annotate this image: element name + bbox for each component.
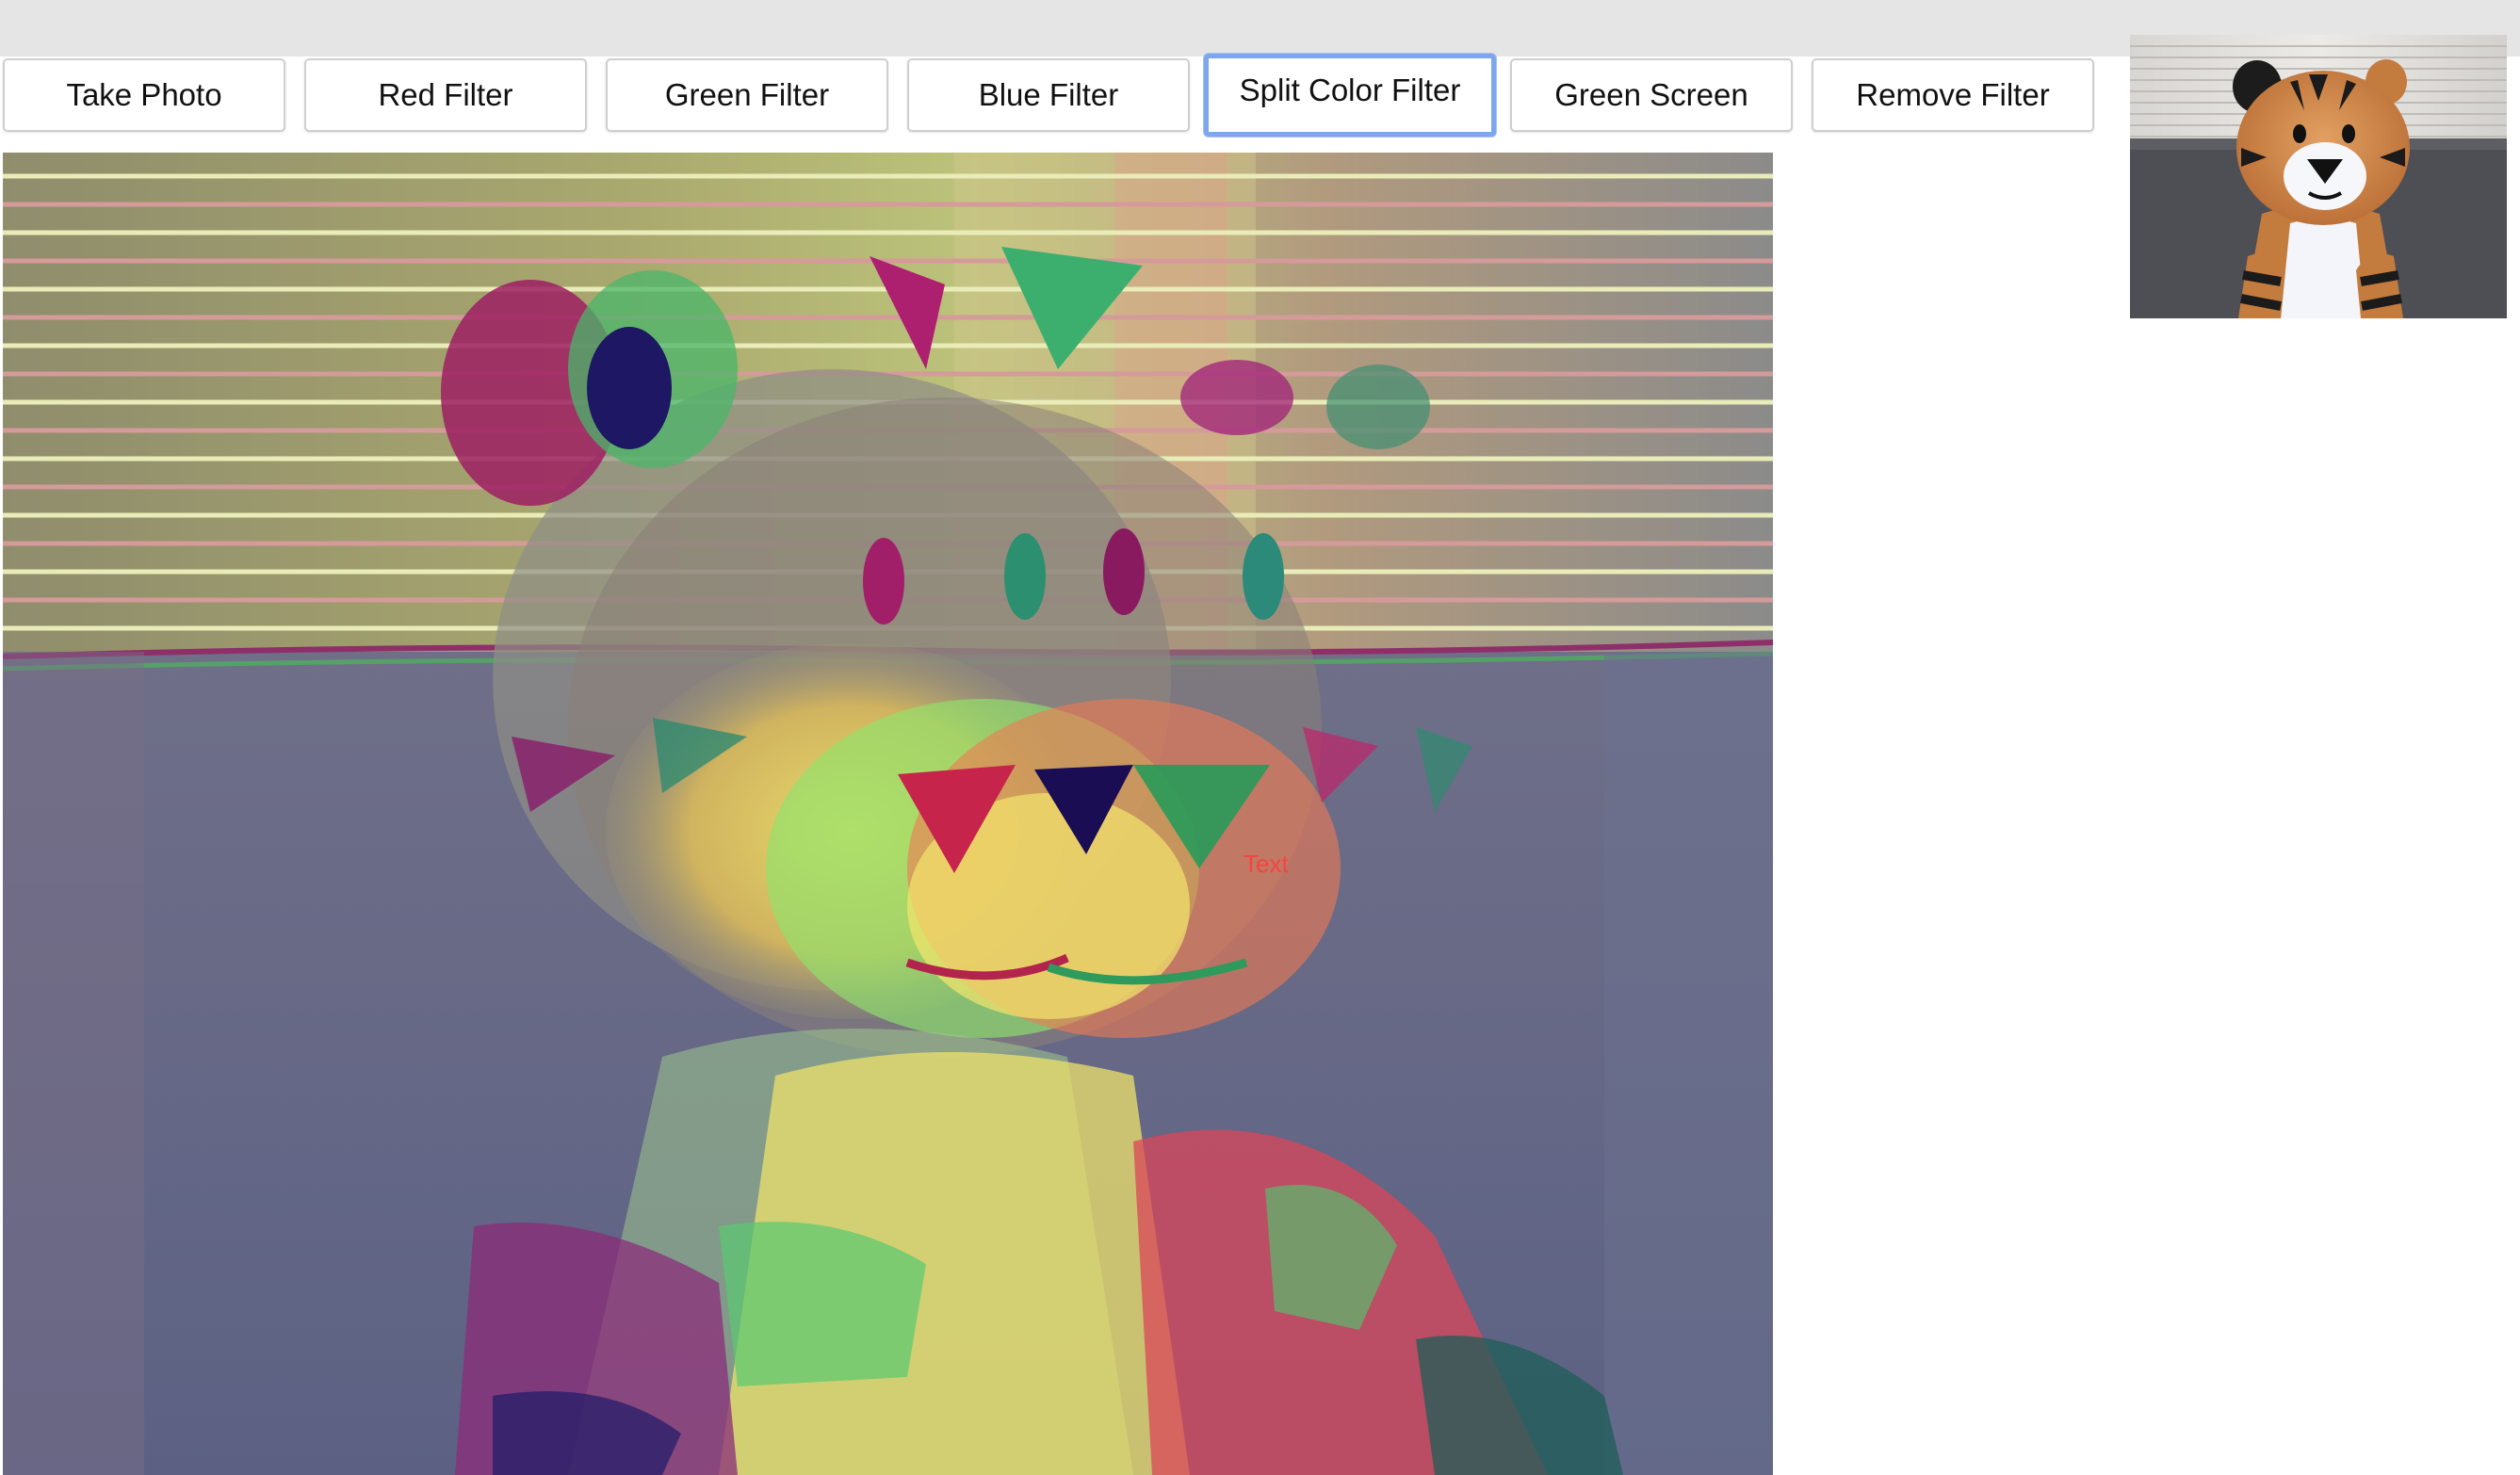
green-filter-button[interactable]: Green Filter: [606, 58, 888, 132]
filtered-camera-canvas: Text: [3, 153, 1773, 1475]
split-color-filter-button[interactable]: Split Color Filter: [1204, 54, 1496, 137]
split-color-tiger-image: [3, 153, 1773, 1475]
blue-filter-button[interactable]: Blue Filter: [907, 58, 1190, 132]
canvas-overlay-text: Text: [1244, 850, 1289, 878]
webcam-preview: [2130, 35, 2507, 318]
take-photo-button[interactable]: Take Photo: [3, 58, 285, 132]
tiger-plush-preview-image: [2130, 35, 2507, 318]
red-filter-button[interactable]: Red Filter: [304, 58, 587, 132]
remove-filter-button[interactable]: Remove Filter: [1812, 58, 2094, 132]
green-screen-button[interactable]: Green Screen: [1510, 58, 1793, 132]
